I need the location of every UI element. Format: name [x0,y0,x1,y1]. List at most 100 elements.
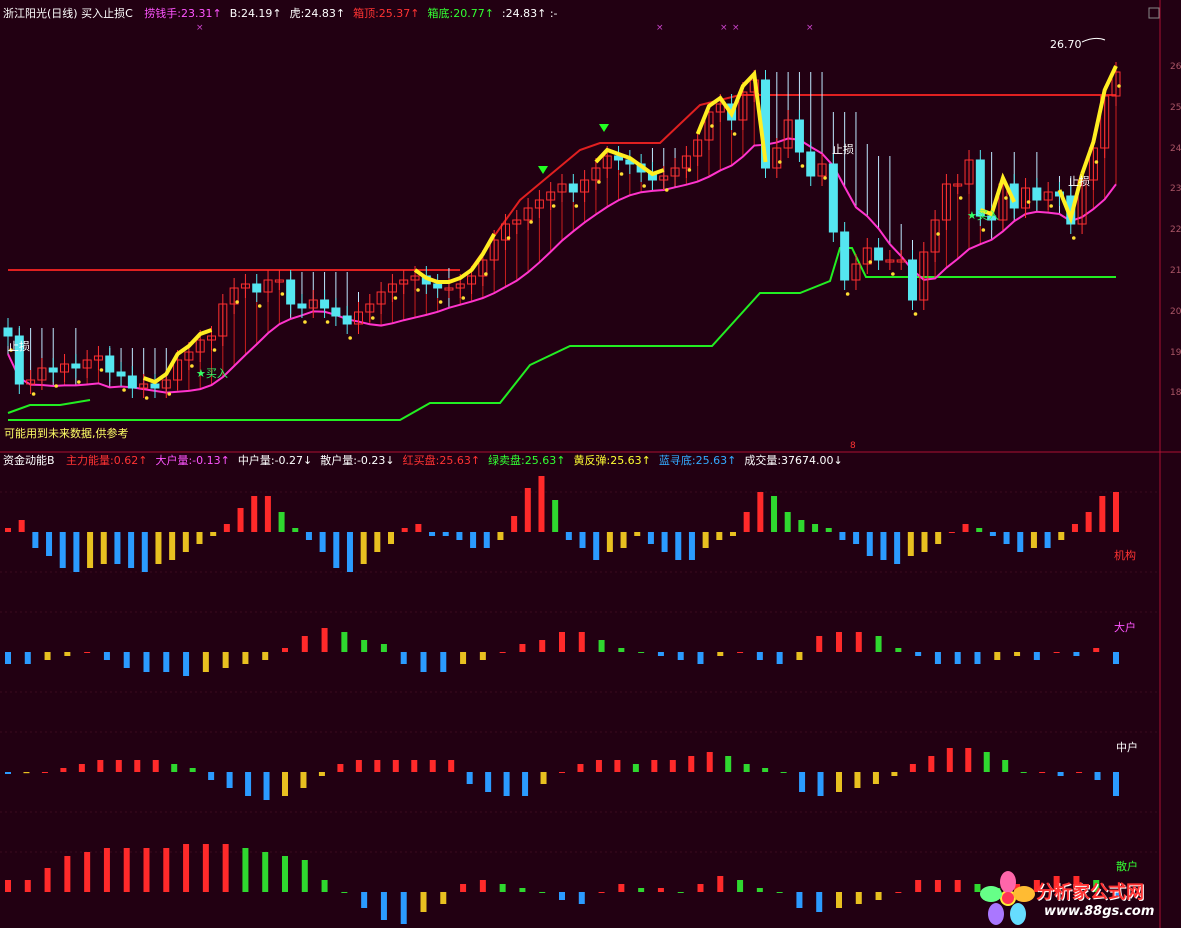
histogram-bar [651,760,658,772]
down-arrow-icon [538,166,548,174]
histogram-bar [578,632,585,652]
histogram-bar [729,532,736,536]
signal-dot [257,304,262,308]
histogram-bar [688,532,695,560]
signal-dot [1026,200,1031,204]
histogram-bar [771,496,778,532]
histogram-bar [245,772,252,796]
signal-dot [778,160,782,164]
histogram-bar [836,892,842,908]
marker-icon: 8 [850,441,856,451]
histogram-bar [994,652,1001,660]
signal-dot [1094,160,1099,164]
histogram-bar [202,652,209,672]
histogram-bar [816,636,823,652]
histogram-bar [429,760,436,772]
histogram-bar [321,880,328,892]
bottom-item: 绿卖盘:25.63↑ [488,454,566,467]
histogram-bar [262,652,269,660]
histogram-bar [647,532,654,544]
signal-dot [438,300,443,304]
signal-dot [416,288,420,292]
histogram-bar [669,760,676,772]
histogram-bar [380,892,387,920]
signal-dot [597,180,601,184]
histogram-bar [706,752,713,772]
histogram-bar [300,772,307,788]
signal-dot [574,204,579,208]
candle-body [828,163,838,233]
histogram-bar [559,892,565,900]
bottom-item: 中户量:-0.27↓ [237,454,313,467]
histogram-bar [595,760,602,772]
candle-body [150,383,160,389]
histogram-bar [934,652,941,664]
histogram-bar [634,532,641,536]
candle-body [116,371,126,377]
histogram-bar [23,772,30,774]
histogram-bar [400,892,407,924]
top-item: 箱顶:25.37↑ [353,7,420,20]
signal-dot [981,228,986,232]
histogram-bar [479,652,486,660]
top-item: 箱底:20.77↑ [427,7,494,20]
last-price-label: 26.70 [1050,38,1082,51]
histogram-bar [962,524,969,532]
histogram-bar [836,632,842,652]
histogram-bar [1113,652,1119,664]
histogram-bar [565,532,572,540]
candle-body [71,363,81,369]
candle-body [794,119,804,153]
histogram-bar [242,848,249,892]
histogram-bar [503,772,510,796]
histogram-bar [921,532,928,552]
histogram-bar [928,756,935,772]
bottom-item: 黄反弹:25.63↑ [573,454,651,467]
histogram-bar [716,532,723,540]
histogram-bar [737,652,744,653]
y-tick-label: 24 [1170,143,1181,154]
histogram-bar [915,880,922,892]
buy-label-1: ★买入 [196,367,228,380]
footnote: 可能用到未来数据,供参考 [4,427,129,440]
histogram-bar [321,628,328,652]
candle-body [806,151,816,177]
histogram-bar [64,652,71,656]
signal-dot [845,292,850,296]
histogram-bar [539,640,546,652]
histogram-bar [361,640,368,652]
histogram-bar [559,772,565,773]
histogram-bar [242,652,249,664]
histogram-bar [202,844,209,892]
signal-dot [122,388,126,392]
histogram-bar [762,768,769,772]
histogram-bar [278,512,285,532]
histogram-bar [183,652,190,676]
y-tick-label: 26 [1170,62,1181,72]
histogram-bar [983,752,990,772]
histogram-bar [638,888,645,892]
histogram-bar [282,772,288,796]
signal-dot [642,184,646,188]
histogram-bar [620,532,627,548]
histogram-bar [143,848,150,892]
histogram-bar [1099,496,1106,532]
histogram-bar [222,844,229,892]
candle-body [433,283,443,289]
histogram-bar [812,524,819,532]
histogram-bar [559,632,565,652]
histogram-bar [853,532,860,544]
histogram-bar [1003,532,1010,544]
trend-segment [1080,65,1118,175]
histogram-bar [32,532,39,548]
signal-dot [619,172,624,176]
histogram-bar [78,764,85,772]
signal-dot [144,396,149,400]
histogram-bar [123,652,130,668]
top-extra: :- [549,7,558,20]
candle-body [342,315,352,325]
histogram-bar [836,772,842,792]
histogram-bar [796,892,803,908]
histogram-bar [1039,772,1046,773]
histogram-bar [115,760,122,772]
